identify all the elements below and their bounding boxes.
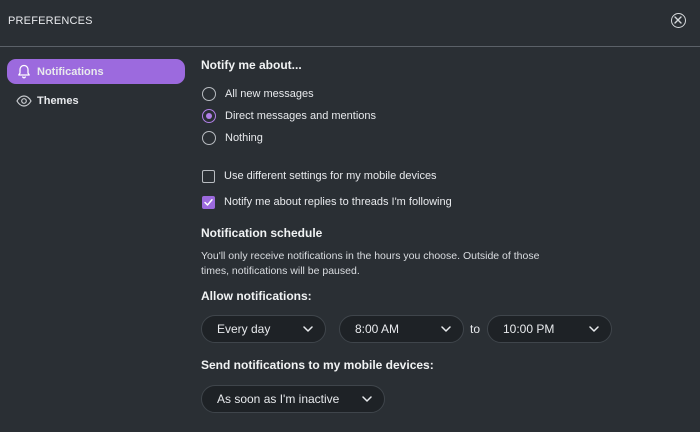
radio-button[interactable]: [202, 131, 216, 145]
close-button[interactable]: [671, 13, 686, 28]
radio-label: Direct messages and mentions: [225, 110, 377, 122]
radio-label: Nothing: [225, 132, 263, 144]
mobile-timing-value: As soon as I'm inactive: [217, 392, 340, 406]
window-title: PREFERENCES: [8, 15, 93, 27]
checkbox[interactable]: [202, 195, 215, 209]
start-time-value: 8:00 AM: [355, 322, 400, 336]
allow-notifications-label: Allow notifications:: [201, 289, 312, 303]
preferences-header: PREFERENCES: [0, 0, 700, 47]
sidebar-item-label: Themes: [37, 94, 79, 107]
notify-section-title: Notify me about...: [201, 58, 302, 72]
days-select[interactable]: Every day: [201, 315, 326, 343]
schedule-section-title: Notification schedule: [201, 226, 323, 240]
start-time-select[interactable]: 8:00 AM: [339, 315, 464, 343]
checkbox-label: Notify me about replies to threads I'm f…: [224, 196, 452, 208]
checkbox-thread-replies[interactable]: Notify me about replies to threads I'm f…: [202, 194, 452, 210]
radio-label: All new messages: [225, 88, 314, 100]
to-label: to: [470, 322, 481, 336]
chevron-down-icon: [303, 326, 313, 332]
checkbox[interactable]: [202, 169, 215, 183]
bell-icon: [7, 64, 37, 79]
end-time-value: 10:00 PM: [503, 322, 555, 336]
sidebar-item-themes[interactable]: Themes: [7, 88, 185, 113]
chevron-down-icon: [589, 326, 599, 332]
sidebar-item-label: Notifications: [37, 65, 104, 78]
eye-icon: [7, 94, 37, 107]
radio-button[interactable]: [202, 109, 216, 123]
radio-nothing[interactable]: Nothing: [202, 130, 263, 146]
close-icon: [674, 16, 682, 24]
checkbox-mobile-settings[interactable]: Use different settings for my mobile dev…: [202, 168, 437, 184]
checkmark-icon: [204, 198, 213, 206]
radio-button[interactable]: [202, 87, 216, 101]
checkbox-label: Use different settings for my mobile dev…: [224, 170, 437, 182]
radio-direct-messages[interactable]: Direct messages and mentions: [202, 108, 376, 124]
chevron-down-icon: [441, 326, 451, 332]
days-select-value: Every day: [217, 322, 271, 336]
schedule-description: You'll only receive notifications in the…: [201, 250, 540, 277]
mobile-section-title: Send notifications to my mobile devices:: [201, 358, 434, 372]
sidebar-item-notifications[interactable]: Notifications: [7, 59, 185, 84]
chevron-down-icon: [362, 396, 372, 402]
end-time-select[interactable]: 10:00 PM: [487, 315, 612, 343]
mobile-timing-select[interactable]: As soon as I'm inactive: [201, 385, 385, 413]
radio-all-new-messages[interactable]: All new messages: [202, 86, 314, 102]
